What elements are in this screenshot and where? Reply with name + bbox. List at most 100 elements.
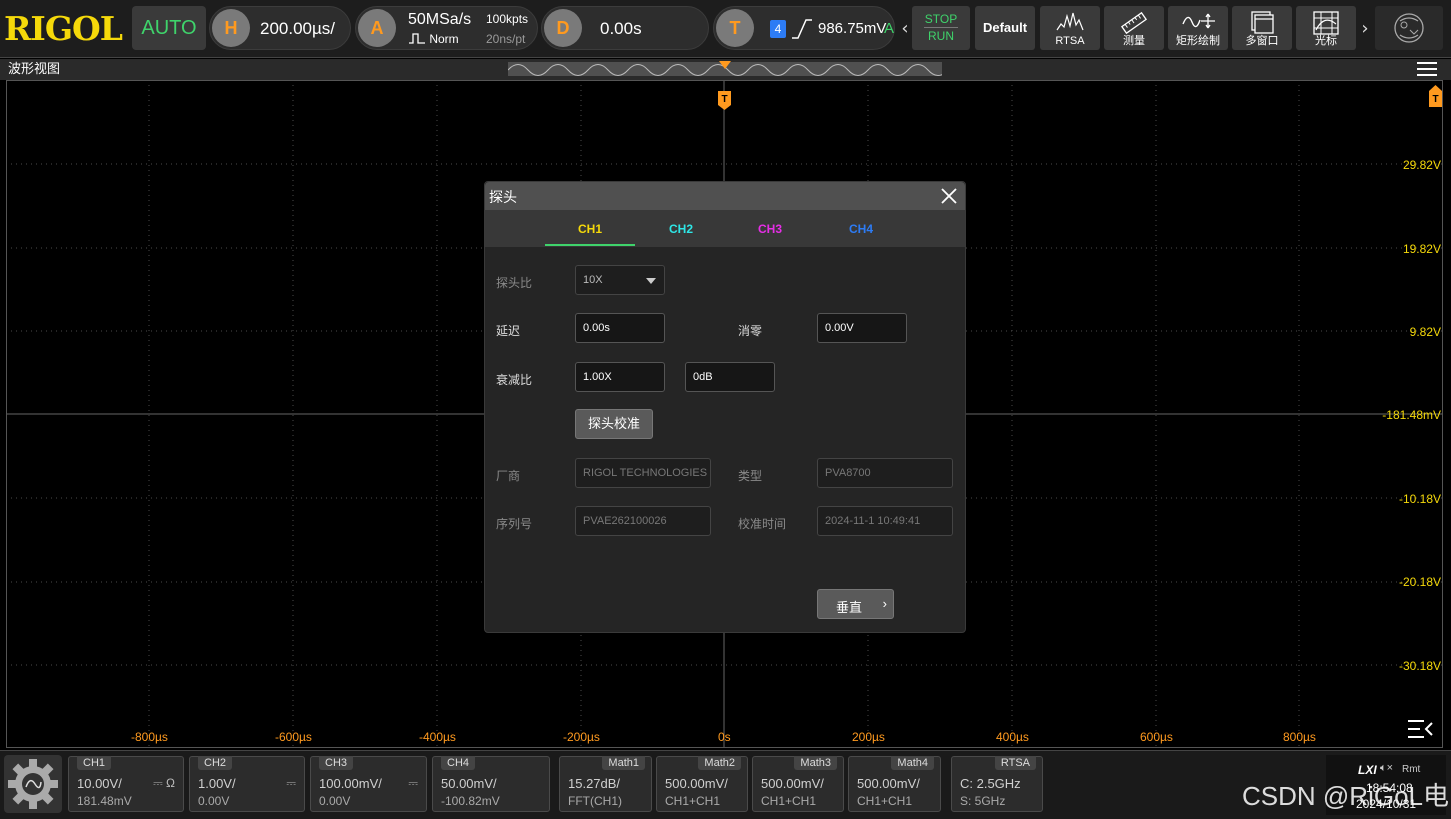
attenuation-input[interactable]: 1.00X — [575, 362, 665, 392]
calibration-time-field: 2024-11-1 10:49:41 — [817, 506, 953, 536]
ch1-tab: CH1 — [77, 756, 112, 770]
speaker-muted-icon[interactable]: 🔈︎× — [1380, 762, 1393, 775]
trigger-time-marker: T — [718, 91, 731, 110]
multi-window-icon — [1251, 11, 1274, 34]
rigol-logo: RIGOL — [4, 9, 123, 48]
zero-input[interactable]: 0.00V — [817, 313, 907, 343]
ch2-offset: 0.00V — [198, 794, 230, 808]
ch4-status[interactable]: CH4 50.00mV/ -100.82mV — [432, 756, 550, 812]
type-field: PVA8700 — [817, 458, 953, 488]
close-icon[interactable] — [939, 186, 959, 206]
cursor-button[interactable]: 光标 — [1296, 6, 1356, 50]
math2-source: CH1+CH1 — [665, 794, 721, 808]
bottom-status-bar: CH1 10.00V/ ⎓ Ω 181.48mV CH2 1.00V/ ⎓ 0.… — [0, 750, 1451, 819]
tab-ch2[interactable]: CH2 — [636, 222, 726, 236]
zero-label: 消零 — [738, 324, 763, 338]
trigger-mode: A — [884, 20, 895, 37]
default-button[interactable]: Default — [975, 6, 1035, 50]
trigger-control[interactable]: T 4 986.75mV A — [713, 6, 895, 50]
type-label: 类型 — [738, 469, 763, 483]
math4-tab: Math4 — [891, 756, 934, 770]
math1-status[interactable]: Math1 15.27dB/ FFT(CH1) — [559, 756, 652, 812]
gear-icon — [8, 759, 58, 809]
measure-label: 测量 — [1123, 35, 1145, 47]
toolbar-left-arrow[interactable]: ‹ — [898, 8, 912, 50]
chevron-down-icon — [646, 278, 656, 284]
math1-source: FFT(CH1) — [568, 794, 622, 808]
ch1-offset: 181.48mV — [77, 794, 132, 808]
y-label: 29.82V — [1402, 158, 1441, 172]
probe-ratio-select[interactable]: 10X — [575, 265, 665, 295]
rising-edge-icon — [792, 19, 812, 39]
remote-indicator: Rmt — [1402, 764, 1421, 775]
function-nav-icon — [1394, 13, 1424, 43]
run-stop-button[interactable]: STOP RUN — [912, 6, 970, 50]
acquire-mode: Norm — [408, 32, 459, 46]
ch3-tab: CH3 — [319, 756, 354, 770]
ch4-tab: CH4 — [441, 756, 476, 770]
math3-source: CH1+CH1 — [761, 794, 817, 808]
collapse-panel-icon[interactable] — [1406, 718, 1434, 740]
vendor-field: RIGOL TECHNOLOGIES — [575, 458, 711, 488]
rtsa-button[interactable]: RTSA — [1040, 6, 1100, 50]
measure-button[interactable]: 测量 — [1104, 6, 1164, 50]
ch3-offset: 0.00V — [319, 794, 351, 808]
serial-label: 序列号 — [496, 517, 533, 531]
trigger-position-marker — [719, 61, 731, 69]
attenuation-label: 衰减比 — [496, 373, 533, 387]
ch2-tab: CH2 — [198, 756, 233, 770]
rtsa-label: RTSA — [1055, 35, 1085, 47]
watermark: CSDN @RiGoL电 — [1242, 781, 1449, 811]
trigger-level-marker: T — [1429, 85, 1442, 107]
ch2-status[interactable]: CH2 1.00V/ ⎓ 0.00V — [189, 756, 305, 812]
draw-button[interactable]: 矩形绘制 — [1168, 6, 1228, 50]
y-label: -20.18V — [1398, 575, 1441, 589]
draw-icon — [1182, 13, 1215, 29]
x-label: -800µs — [131, 730, 168, 744]
tab-ch1[interactable]: CH1 — [545, 222, 635, 236]
ch3-coupling: ⎓ — [408, 776, 418, 790]
ch1-scale: 10.00V/ — [77, 776, 122, 791]
run-stop-divider — [924, 27, 958, 28]
tab-ch4[interactable]: CH4 — [816, 222, 906, 236]
memory-depth: 100kpts — [486, 12, 529, 26]
auto-button[interactable]: AUTO — [132, 6, 206, 50]
lxi-icon: LXI — [1358, 763, 1377, 777]
x-label: -200µs — [563, 730, 600, 744]
toolbar-right-arrow[interactable]: › — [1358, 8, 1372, 50]
x-label: 400µs — [996, 730, 1029, 744]
delay-input[interactable]: 0.00s — [575, 313, 665, 343]
utility-button[interactable] — [4, 755, 62, 813]
tab-ch3[interactable]: CH3 — [725, 222, 815, 236]
dialog-title: 探头 — [489, 189, 517, 205]
attenuation-db-input[interactable]: 0dB — [685, 362, 775, 392]
horizontal-scale: 200.00µs/ — [260, 19, 336, 38]
y-label: 9.82V — [1409, 325, 1441, 339]
hamburger-menu-icon[interactable] — [1417, 62, 1437, 77]
acquire-icon: A — [358, 9, 396, 47]
active-tab-indicator — [545, 244, 635, 246]
run-label: RUN — [928, 29, 954, 43]
rtsa-status[interactable]: RTSA C: 2.5GHz S: 5GHz — [951, 756, 1043, 812]
ch2-scale: 1.00V/ — [198, 776, 236, 791]
acquire-control[interactable]: A 50MSa/s Norm 100kpts 20ns/pt — [355, 6, 538, 50]
function-nav-button[interactable] — [1375, 6, 1443, 50]
x-label: 200µs — [852, 730, 885, 744]
math3-status[interactable]: Math3 500.00mV/ CH1+CH1 — [752, 756, 844, 812]
vertical-button[interactable]: 垂直 › — [817, 589, 894, 619]
ruler-icon — [1120, 11, 1148, 35]
math3-tab: Math3 — [794, 756, 837, 770]
delay-control[interactable]: D 0.00s — [541, 6, 709, 50]
multi-window-button[interactable]: 多窗口 — [1232, 6, 1292, 50]
horizontal-control[interactable]: H 200.00µs/ — [209, 6, 351, 50]
y-label: 19.82V — [1402, 242, 1441, 256]
serial-field: PVAE262100026 — [575, 506, 711, 536]
ch3-status[interactable]: CH3 100.00mV/ ⎓ 0.00V — [310, 756, 427, 812]
trigger-level: 986.75mV — [818, 20, 887, 37]
math2-status[interactable]: Math2 500.00mV/ CH1+CH1 — [656, 756, 748, 812]
ch1-status[interactable]: CH1 10.00V/ ⎓ Ω 181.48mV — [68, 756, 184, 812]
probe-calibrate-button[interactable]: 探头校准 — [575, 409, 653, 439]
ch4-offset: -100.82mV — [441, 794, 500, 808]
math3-scale: 500.00mV/ — [761, 776, 824, 791]
math4-status[interactable]: Math4 500.00mV/ CH1+CH1 — [848, 756, 941, 812]
